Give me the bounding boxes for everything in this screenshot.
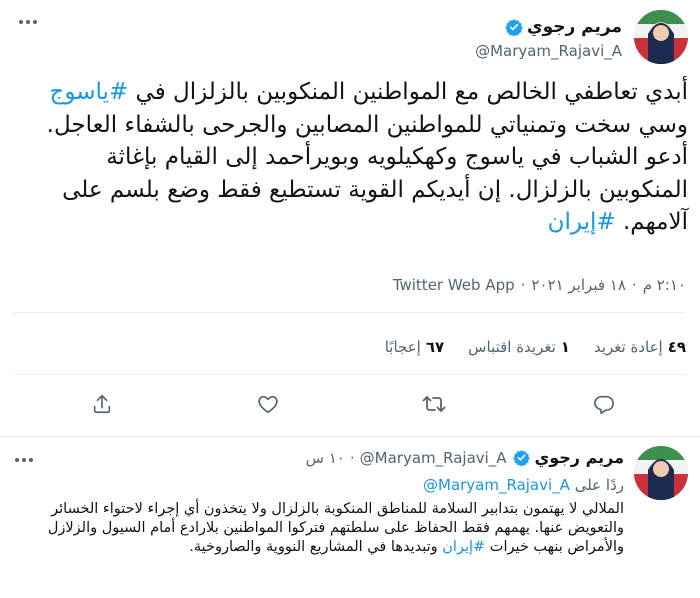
tweet-actions-row <box>0 390 700 420</box>
tweet-header: مریم رجوي @Maryam_Rajavi_A <box>288 10 688 66</box>
hashtag-link[interactable]: #إيران <box>548 209 616 235</box>
tweet-source[interactable]: Twitter Web App <box>393 276 515 294</box>
more-options-icon[interactable] <box>14 450 34 470</box>
tweet-thread-page: مریم رجوي @Maryam_Rajavi_A أبدي تعاطفي ا… <box>0 0 700 598</box>
main-tweet: مریم رجوي @Maryam_Rajavi_A أبدي تعاطفي ا… <box>0 0 700 437</box>
reply-time[interactable]: ١٠ س <box>306 449 345 467</box>
tweet-text-part: أبدي تعاطفي الخالص مع المواطنين المنكوبي… <box>128 79 688 105</box>
meta-separator: · <box>349 448 355 467</box>
quotes-label: تغريدة اقتباس <box>468 338 556 356</box>
quotes-count: ١ <box>560 338 570 356</box>
tweet-date[interactable]: ١٨ فبراير ٢٠٢١ <box>531 276 626 294</box>
reply-header: مریم رجوي @Maryam_Rajavi_A · ١٠ س <box>306 448 624 467</box>
retweets-label: إعادة تغريد <box>593 338 663 356</box>
reply-text: الملالي لا يهتمون بتدابير السلامة للمناط… <box>24 500 624 557</box>
reply-tweet[interactable]: مریم رجوي @Maryam_Rajavi_A · ١٠ س ردًا ع… <box>0 438 700 598</box>
author-display-name[interactable]: مریم رجوي <box>527 17 622 37</box>
author-name-row: مریم رجوي <box>505 17 622 37</box>
quotes-stat[interactable]: ١ تغريدة اقتباس <box>468 338 570 356</box>
more-options-icon[interactable] <box>18 12 38 32</box>
reply-author-handle[interactable]: @Maryam_Rajavi_A <box>360 449 507 467</box>
tweet-text: أبدي تعاطفي الخالص مع المواطنين المنكوبي… <box>28 76 688 239</box>
tweet-stats-row: ٤٩ إعادة تغريد ١ تغريدة اقتباس ٦٧ إعجابً… <box>385 338 686 356</box>
likes-label: إعجابًا <box>384 338 421 356</box>
share-icon[interactable] <box>88 390 116 418</box>
verified-badge-icon <box>505 18 523 37</box>
retweets-count: ٤٩ <box>667 338 686 356</box>
retweet-icon[interactable] <box>420 390 448 418</box>
reply-author-display-name[interactable]: مریم رجوي <box>535 448 624 467</box>
reply-text-part: وتبديدها في المشاريع النووية والصاروخية. <box>189 539 443 555</box>
hashtag-link[interactable]: #إيران <box>442 539 485 555</box>
hashtag-link[interactable]: #ياسوج <box>50 79 129 105</box>
likes-count: ٦٧ <box>425 338 445 356</box>
author-handle[interactable]: @Maryam_Rajavi_A <box>475 42 622 60</box>
tweet-time[interactable]: ٢:١٠ م <box>643 276 686 294</box>
likes-stat[interactable]: ٦٧ إعجابًا <box>385 338 444 356</box>
avatar-image <box>634 10 688 64</box>
avatar-image <box>634 446 688 500</box>
author-avatar[interactable] <box>634 10 688 64</box>
reply-author-avatar[interactable] <box>634 446 688 500</box>
replying-to-label: ردًا على <box>574 476 624 494</box>
meta-separator: · <box>631 276 637 294</box>
meta-separator: · <box>520 276 526 294</box>
replying-to-mention[interactable]: @Maryam_Rajavi_A <box>423 476 570 494</box>
retweets-stat[interactable]: ٤٩ إعادة تغريد <box>594 338 686 356</box>
tweet-timestamp-row: ٢:١٠ م · ١٨ فبراير ٢٠٢١ · Twitter Web Ap… <box>393 276 686 294</box>
divider <box>14 312 686 313</box>
divider <box>14 374 686 375</box>
replying-to: ردًا على @Maryam_Rajavi_A <box>423 476 624 494</box>
like-icon[interactable] <box>254 390 282 418</box>
verified-badge-icon <box>512 449 530 467</box>
reply-icon[interactable] <box>590 390 618 418</box>
